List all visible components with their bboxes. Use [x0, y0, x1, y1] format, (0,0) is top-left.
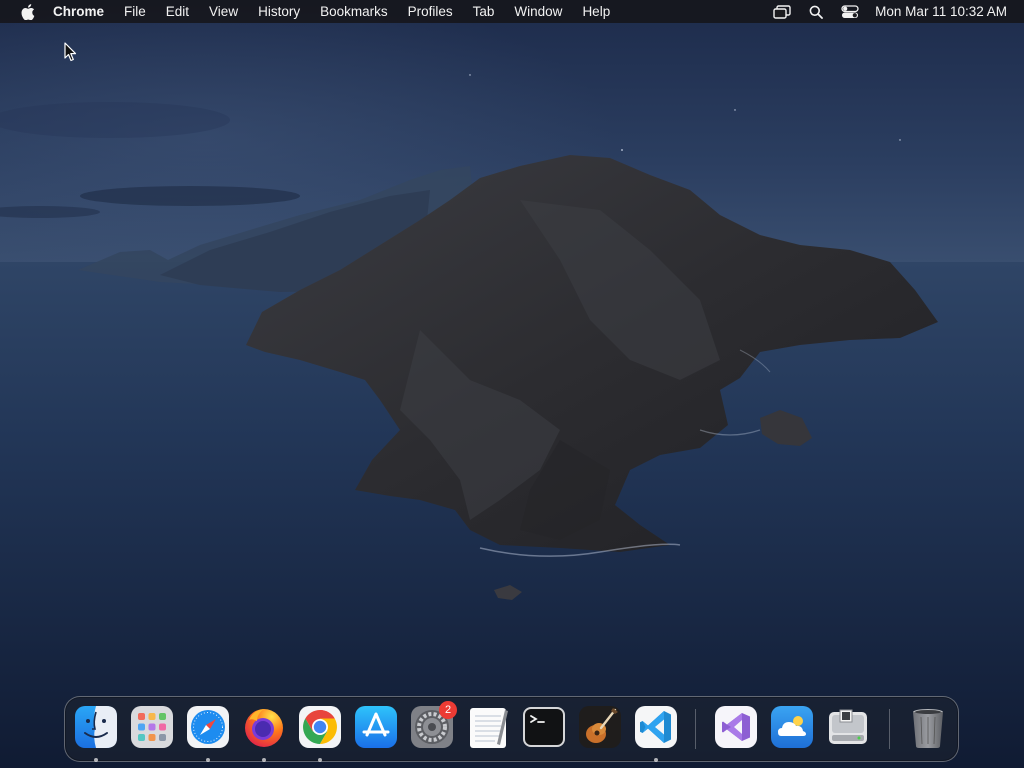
menu-view[interactable]: View	[199, 0, 248, 23]
launchpad-icon	[131, 706, 173, 748]
cloud-icon	[771, 706, 813, 748]
control-center-icon[interactable]	[839, 0, 861, 23]
dock: 2	[64, 696, 959, 762]
firefox-icon	[245, 709, 283, 747]
dock-app-vscode[interactable]	[633, 704, 679, 762]
visual-studio-icon	[715, 706, 757, 748]
finder-icon	[75, 706, 117, 748]
dock-app-garageband[interactable]	[577, 704, 623, 750]
menu-bar-clock[interactable]: Mon Mar 11 10:32 AM	[875, 4, 1007, 19]
app-store-icon	[355, 706, 397, 748]
running-indicator	[262, 758, 266, 762]
menu-file[interactable]: File	[114, 0, 156, 23]
running-indicator	[94, 758, 98, 762]
disk-utility-icon	[829, 709, 867, 744]
menu-bar: Chrome File Edit View History Bookmarks …	[0, 0, 1024, 23]
vscode-icon	[635, 706, 677, 748]
dock-separator	[889, 709, 890, 749]
menu-edit[interactable]: Edit	[156, 0, 199, 23]
dock-app-visual-studio[interactable]	[713, 704, 759, 750]
notification-badge: 2	[439, 701, 457, 719]
mouse-cursor-icon	[64, 42, 77, 62]
dock-app-app-store[interactable]	[353, 704, 399, 750]
trash-icon	[913, 709, 943, 748]
spotlight-search-icon[interactable]	[805, 0, 827, 23]
chrome-icon	[299, 706, 341, 748]
dock-app-chrome[interactable]	[297, 704, 343, 762]
dock-app-textedit[interactable]	[465, 704, 511, 750]
menu-app-name[interactable]: Chrome	[44, 0, 114, 23]
dock-app-disk-utility[interactable]	[825, 704, 871, 750]
dock-app-system-preferences[interactable]: 2	[409, 701, 457, 750]
safari-icon	[187, 706, 229, 748]
apple-menu-icon[interactable]	[17, 0, 39, 23]
desktop-wallpaper	[0, 0, 1024, 768]
menu-help[interactable]: Help	[572, 0, 620, 23]
dock-separator	[695, 709, 696, 749]
running-indicator	[318, 758, 322, 762]
menu-profiles[interactable]: Profiles	[398, 0, 463, 23]
menu-window[interactable]: Window	[504, 0, 572, 23]
dock-app-safari[interactable]	[185, 704, 231, 762]
dock-app-terminal[interactable]	[521, 704, 567, 750]
textedit-icon	[470, 708, 508, 748]
menu-bookmarks[interactable]: Bookmarks	[310, 0, 398, 23]
dock-app-finder[interactable]	[73, 704, 119, 762]
dock-app-firefox[interactable]	[241, 704, 287, 762]
screen-mirroring-icon[interactable]	[771, 0, 793, 23]
menu-tab[interactable]: Tab	[463, 0, 505, 23]
dock-app-launchpad[interactable]	[129, 704, 175, 750]
menu-history[interactable]: History	[248, 0, 310, 23]
dock-app-trash[interactable]	[905, 704, 951, 750]
running-indicator	[206, 758, 210, 762]
terminal-icon	[523, 707, 565, 747]
running-indicator	[654, 758, 658, 762]
garageband-guitar-icon	[579, 706, 621, 748]
dock-app-cloud[interactable]	[769, 704, 815, 750]
